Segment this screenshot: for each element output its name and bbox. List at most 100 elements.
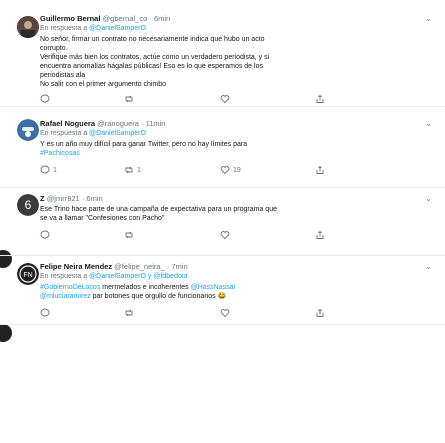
retweet-icon [125, 309, 133, 317]
reply-context: En respuesta a @DanielSamperO [40, 129, 146, 138]
retweet-icon [125, 231, 133, 239]
tweet-line: Y es un año muy difícil para ganar Twitt… [40, 141, 248, 148]
tweet-text: Ese Trino hace parte de una campaña de e… [40, 205, 410, 223]
reply-prefix: En respuesta a [40, 25, 88, 32]
reply-icon [40, 308, 50, 317]
heart-icon [220, 166, 230, 175]
avatar[interactable] [17, 119, 39, 141]
avatar[interactable] [17, 16, 39, 38]
share-button[interactable] [315, 230, 325, 240]
share-icon [316, 308, 324, 317]
like-button[interactable] [220, 230, 233, 240]
user-name[interactable]: Z [40, 194, 45, 203]
tweet-line: Verifique más bien los contratos, actúe … [40, 54, 270, 61]
partial-avatar-icon [0, 250, 12, 268]
tweet[interactable]: FN Felipe Neira Mendez @felipe_neira_ · … [17, 262, 440, 352]
retweet-button[interactable] [124, 308, 137, 318]
tweet-text-fragment: mermelados e incoherentes [100, 284, 191, 291]
user-handle[interactable]: @felipe_neira_ [114, 262, 165, 271]
tweet-line: Ese Trino hace parte de una campaña de e… [40, 206, 277, 213]
divider [0, 187, 445, 188]
reply-prefix: En respuesta a [40, 273, 88, 280]
tweet[interactable]: 6 Z @jmrr821 · 6min ⌄ Ese Trino hace par… [17, 194, 440, 259]
retweet-button[interactable] [124, 94, 137, 104]
user-name[interactable]: Rafael Noguera [40, 119, 95, 128]
svg-text:FN: FN [23, 272, 32, 279]
retweet-button[interactable]: 1 [124, 165, 141, 175]
chevron-down-icon[interactable]: ⌄ [425, 262, 432, 271]
reply-prefix: En respuesta a [40, 130, 88, 137]
retweet-icon [125, 95, 133, 103]
hashtag-link[interactable]: #GobiernoDeLocos [40, 284, 100, 291]
like-count: 19 [233, 166, 241, 174]
tweet-header: Felipe Neira Mendez @felipe_neira_ · 7mi… [40, 262, 188, 272]
tweet-actions: 1 1 19 [40, 165, 370, 177]
reply-button[interactable] [40, 94, 53, 104]
divider [0, 106, 445, 107]
retweet-count: 1 [137, 166, 141, 174]
heart-icon [220, 95, 230, 104]
tweet-actions [40, 308, 370, 320]
tweet-line: #GobiernoDeLocos mermelados e incoherent… [40, 283, 410, 292]
tweet-line: No salir con el primer argumento chimbo [40, 81, 167, 88]
reply-mention[interactable]: @DanielSamperO [89, 130, 146, 137]
user-name[interactable]: Guillermo Bernal [40, 14, 100, 23]
reply-mention[interactable]: @DanielSamperO y @fdbedout [89, 273, 188, 280]
hashtag-link[interactable]: #Pachicosas [40, 150, 80, 157]
divider [0, 255, 445, 256]
share-button[interactable] [315, 94, 325, 104]
chevron-down-icon[interactable]: ⌄ [425, 119, 432, 128]
svg-text:6: 6 [25, 198, 32, 212]
tweet-line: @mluciaramirez par botones que orgullo d… [40, 292, 410, 301]
tweet-header: Rafael Noguera @ranoguera · 11min [40, 119, 165, 129]
chevron-down-icon[interactable]: ⌄ [425, 14, 432, 23]
heart-icon [220, 309, 230, 318]
avatar[interactable]: 6 [17, 194, 39, 216]
user-name[interactable]: Felipe Neira Mendez [40, 262, 112, 271]
tweet-actions [40, 94, 370, 106]
tweet-header: Guillermo Bernal @gbernal_co · 6min [40, 14, 170, 24]
heart-icon [220, 231, 230, 240]
retweet-icon [125, 166, 133, 174]
user-handle[interactable]: @jmrr821 [47, 194, 80, 203]
tweet[interactable]: Rafael Noguera @ranoguera · 11min ⌄ En r… [17, 119, 440, 189]
avatar[interactable]: FN [17, 263, 39, 285]
reply-button[interactable] [40, 308, 53, 318]
reply-icon [40, 230, 50, 239]
tweet-line: se va a llamar "Confesiones con Pacho" [40, 215, 165, 222]
user-handle[interactable]: @ranoguera [97, 119, 139, 128]
retweet-button[interactable] [124, 230, 137, 240]
like-button[interactable]: 19 [220, 165, 241, 175]
mention-link[interactable]: @mluciaramirez [40, 293, 91, 300]
timestamp[interactable]: · 6min [82, 194, 103, 203]
tweet-line: No señor, firmar un contrato no necesari… [40, 36, 265, 43]
tweet-text: No señor, firmar un contrato no necesari… [40, 35, 410, 89]
user-handle[interactable]: @gbernal_co [103, 14, 148, 23]
share-icon [316, 165, 324, 174]
tweet-line: corrupto. [40, 45, 68, 52]
reply-icon [40, 94, 50, 103]
left-sidebar [0, 0, 34, 443]
share-icon [316, 94, 324, 103]
tweet-text: Y es un año muy difícil para ganar Twitt… [40, 140, 410, 158]
like-button[interactable] [220, 94, 233, 104]
tweet-text-fragment: par botones que orgullo de funcionarios … [90, 293, 227, 300]
timestamp[interactable]: · 6min [149, 14, 170, 23]
timestamp[interactable]: · 7min [167, 262, 188, 271]
share-button[interactable] [315, 308, 325, 318]
tweet-header: Z @jmrr821 · 6min [40, 194, 103, 204]
tweet-actions [40, 230, 370, 242]
reply-mention[interactable]: @DanielSamperO [89, 25, 146, 32]
mention-link[interactable]: @HassNassar [191, 284, 236, 291]
divider [0, 324, 445, 325]
reply-context: En respuesta a @DanielSamperO y @fdbedou… [40, 272, 188, 281]
timestamp[interactable]: · 11min [141, 119, 165, 128]
share-button[interactable] [315, 165, 325, 175]
tweet-text: #GobiernoDeLocos mermelados e incoherent… [40, 283, 410, 301]
reply-button[interactable]: 1 [40, 165, 57, 175]
chevron-down-icon[interactable]: ⌄ [425, 194, 432, 203]
like-button[interactable] [220, 308, 233, 318]
tweet[interactable]: Guillermo Bernal @gbernal_co · 6min ⌄ En… [17, 14, 440, 114]
reply-button[interactable] [40, 230, 53, 240]
share-icon [316, 230, 324, 239]
